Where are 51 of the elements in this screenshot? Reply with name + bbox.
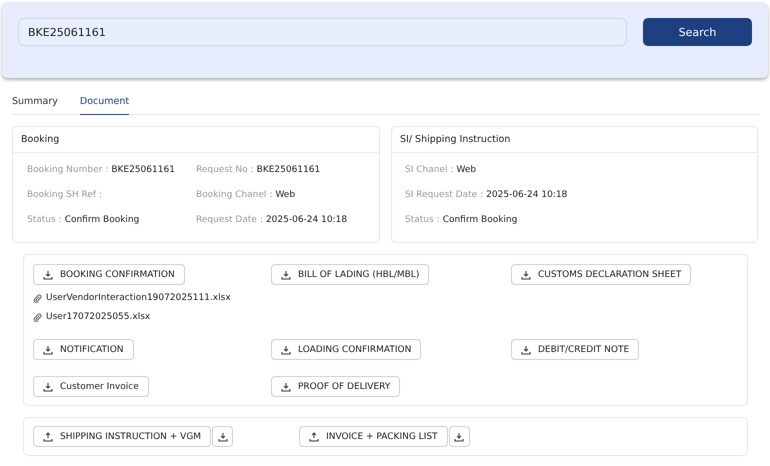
field-value: Web [275,190,296,200]
paperclip-icon [33,294,42,302]
card-title: SI/ Shipping Instruction [392,127,757,153]
field-label: Booking Chanel： [196,190,276,200]
upload-document-button[interactable]: SHIPPING INSTRUCTION + VGM [33,426,212,447]
field-label: Booking SH Ref： [27,190,106,200]
download-document-button[interactable]: LOADING CONFIRMATION [271,339,422,360]
tab[interactable]: Summary [12,96,58,115]
file-link[interactable]: UserVendorInteraction19072025111.xlsx [33,292,271,304]
download-document-button[interactable]: NOTIFICATION [33,339,134,360]
field-value: Web [456,165,476,175]
upload-icon [309,432,320,442]
download-icon [521,344,531,354]
field-label: Request No： [196,165,257,175]
card-title: Booking [13,127,379,153]
field-value: BKE25061161 [256,165,320,175]
field-label: SI Request Date： [405,190,486,200]
field-value: BKE25061161 [111,165,175,175]
field-label: Status： [27,215,65,225]
search-field[interactable]: BKE25061161 [18,18,627,46]
download-icon [521,270,531,280]
download-button[interactable] [448,426,470,447]
search-button[interactable]: Search [643,18,752,46]
field-value: 2025-06-24 10:18 [486,190,568,200]
download-icon [281,344,291,354]
field-label: Booking Number： [27,165,112,175]
download-document-button[interactable]: Customer Invoice [33,376,149,397]
upload-icon [43,432,53,442]
download-icon [281,270,291,280]
field-value: 2025-06-24 10:18 [266,215,348,225]
paperclip-icon [33,312,42,322]
field-label: Request Date： [196,215,266,225]
download-document-button[interactable]: BILL OF LADING (HBL/MBL) [271,264,430,285]
download-icon [43,344,53,354]
download-document-button[interactable]: PROOF OF DELIVERY [271,376,400,397]
field-value: Confirm Booking [442,215,518,225]
download-document-button[interactable]: CUSTOMS DECLARATION SHEET [511,264,692,285]
download-icon [454,432,464,442]
download-icon [43,270,53,280]
field-label: Status： [405,215,443,225]
tab[interactable]: Document [80,96,130,115]
upload-document-button[interactable]: INVOICE + PACKING LIST [299,426,448,447]
download-icon [43,382,53,392]
download-icon [281,382,291,392]
field-label: SI Chanel： [405,165,456,175]
download-icon [218,432,228,442]
field-value: Confirm Booking [64,215,140,225]
download-button[interactable] [212,426,234,447]
file-link[interactable]: User17072025055.xlsx [33,311,271,323]
download-document-button[interactable]: DEBIT/CREDIT NOTE [511,339,640,360]
download-document-button[interactable]: BOOKING CONFIRMATION [33,264,185,285]
